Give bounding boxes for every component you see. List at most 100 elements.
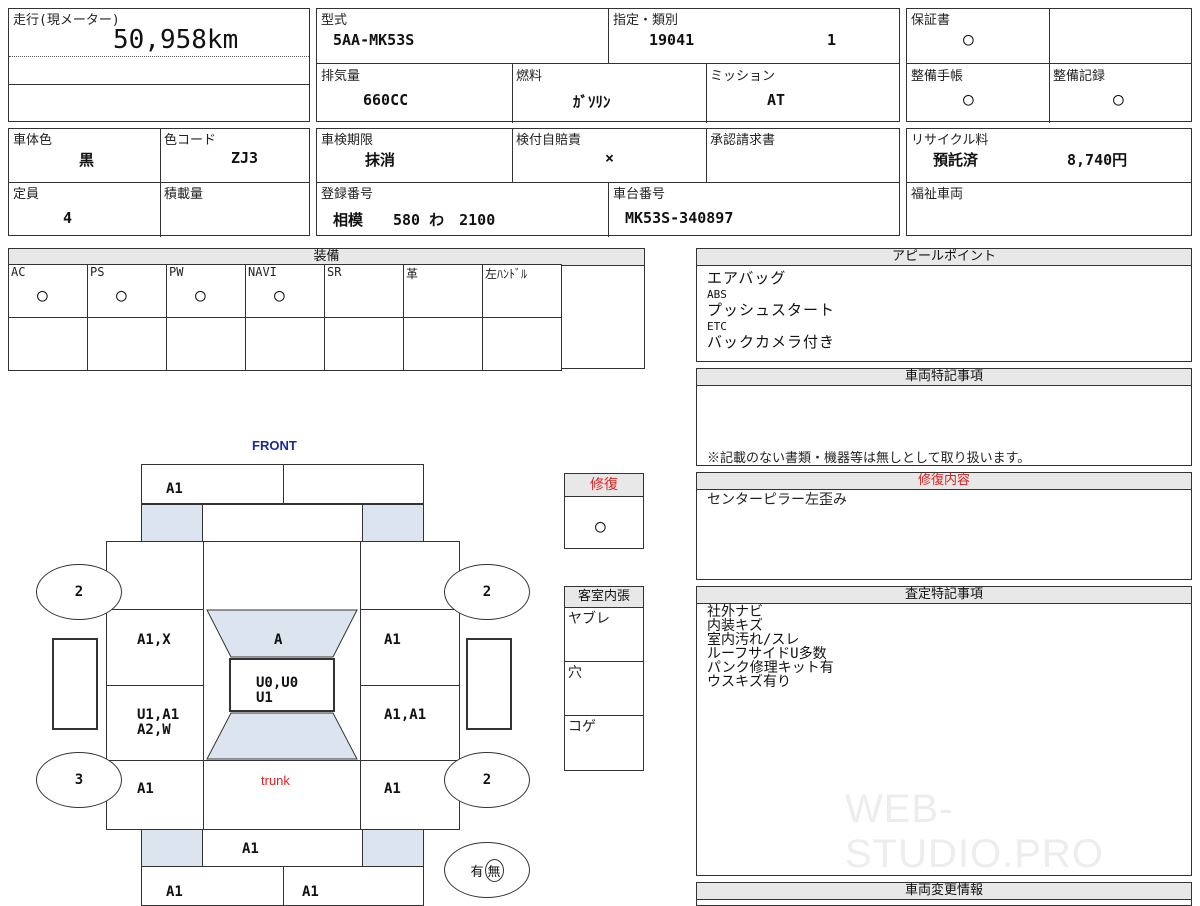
equipment-value: ○ [116, 285, 127, 306]
color-value: 黒 [79, 151, 95, 169]
equipment-table: 装備 AC ○ PS ○ PW ○ NAVI ○ SR 革左ﾊﾝﾄﾞﾙ [8, 248, 645, 371]
windshield-text: A [274, 632, 283, 648]
interior-cell: 穴 [564, 661, 644, 716]
equipment-value: ○ [195, 285, 206, 306]
insurance-label: 検付自賠責 [516, 133, 582, 148]
left-rear-door-text-1: U1,A1 [137, 707, 180, 723]
recycle-label: リサイクル料 [911, 133, 989, 148]
equipment-cell: 左ﾊﾝﾄﾞﾙ [482, 264, 562, 318]
roof-text-2: U1 [256, 690, 273, 706]
right-rear-door-text: A1,A1 [384, 707, 427, 723]
color-code-value: ZJ3 [231, 149, 259, 167]
interior-item: コゲ [568, 719, 596, 735]
assessment-item: ウスキズ有り [707, 674, 791, 690]
warranty-box: 保証書 ○ 整備手帳 ○ 整備記録 ○ [906, 8, 1192, 123]
assessment-item: 内装キズ [707, 618, 763, 634]
spare-tire-indicator: 有 無 [444, 842, 530, 898]
designation-value: 19041 [649, 31, 695, 49]
appeal-item: バックカメラ付き [707, 333, 836, 351]
maintenance-record-label: 整備記録 [1053, 69, 1106, 84]
equipment-label: 左ﾊﾝﾄﾞﾙ [485, 267, 528, 281]
front-label: FRONT [252, 438, 297, 453]
interior-item: ヤブレ [568, 611, 610, 627]
right-front-door-text: A1 [384, 632, 401, 648]
equipment-value: ○ [37, 285, 48, 306]
appeal-title: アピールポイント [697, 249, 1191, 266]
equipment-label: 革 [406, 267, 419, 281]
class-value: 1 [827, 31, 837, 49]
front-right-pillar [362, 504, 424, 542]
repair-box: 修復 ○ [564, 473, 644, 549]
watermark: WEB-STUDIO.PRO [845, 787, 1104, 876]
front-bumper-left: A1 [166, 481, 183, 497]
equipment-label: PW [169, 265, 184, 279]
assessment-item: パンク修理キット有 [707, 660, 834, 676]
special-notes-title: 車両特記事項 [697, 369, 1191, 386]
appeal-item: ETC [707, 320, 727, 333]
inspection-box: 車検期限 抹消 検付自賠責 × 承認請求書 登録番号 相模 580 わ 2100… [316, 128, 900, 237]
equipment-empty-cell [166, 317, 246, 371]
front-left-pillar [141, 504, 203, 542]
equipment-cell: 革 [403, 264, 483, 318]
equipment-value: ○ [274, 285, 285, 306]
rear-bumper-left-text: A1 [166, 884, 183, 900]
repair-details-title: 修復内容 [697, 473, 1191, 490]
tire-rear-left: 3 [36, 752, 122, 808]
interior-box: 客室内張 ヤブレ穴コゲ [564, 586, 644, 771]
mileage-value: 50,958km [113, 25, 239, 55]
approval-label: 承認請求書 [710, 133, 776, 148]
spare-yes-label: 有 [470, 864, 484, 880]
equipment-empty-cell [324, 317, 404, 371]
special-notes-box: 車両特記事項 ※記載のない書類・機器等は無しとして取り扱います。 [696, 368, 1192, 466]
interior-title: 客室内張 [565, 587, 643, 608]
designation-label: 指定・類別 [613, 13, 679, 28]
model-spec-box: 型式 5AA-MK53S 指定・類別 19041 1 排気量 660CC 燃料 … [316, 8, 900, 123]
roof-text-1: U0,U0 [256, 675, 299, 691]
model-label: 型式 [321, 13, 348, 28]
repair-title: 修復 [565, 474, 643, 497]
assessment-title: 査定特記事項 [697, 587, 1191, 604]
interior-item: 穴 [568, 665, 582, 681]
insurance-value: × [605, 149, 615, 167]
appeal-item: ABS [707, 288, 727, 301]
recycle-box: リサイクル料 預託済 8,740円 福祉車両 [906, 128, 1192, 236]
color-box: 車体色 黒 色コード ZJ3 定員 4 積載量 [8, 128, 310, 237]
spare-no-label: 無 [484, 858, 504, 882]
inspection-value: 抹消 [365, 151, 396, 169]
appeal-item: エアバッグ [707, 269, 787, 287]
equipment-empty-cell [245, 317, 325, 371]
car-diagram: FRONT A1 A U0,U0 U1 A1,X A1 U1,A1 A2,W A… [0, 430, 560, 906]
equipment-cell: SR [324, 264, 404, 318]
change-info-title: 車両変更情報 [697, 883, 1191, 900]
rear-right-pillar [362, 829, 424, 867]
color-code-label: 色コード [164, 133, 217, 148]
equipment-empty-cell [403, 317, 483, 371]
maintenance-record-value: ○ [1113, 89, 1124, 110]
repair-details-text: センターピラー左歪み [707, 492, 847, 508]
equipment-empty-cell [87, 317, 167, 371]
fuel-value: ｶﾞｿﾘﾝ [573, 93, 611, 111]
special-notes-footnote: ※記載のない書類・機器等は無しとして取り扱います。 [707, 451, 1031, 466]
assessment-list: 社外ナビ 内装キズ 室内汚れ/スレ ルーフサイドU多数 パンク修理キット有 ウスキズ有り [707, 605, 834, 689]
chassis-value: MK53S-340897 [625, 209, 734, 227]
trunk-label: trunk [261, 773, 290, 788]
equipment-label: NAVI [248, 265, 277, 279]
repair-details-box: 修復内容 センターピラー左歪み [696, 472, 1192, 580]
recycle-amount: 8,740円 [1067, 151, 1128, 169]
rear-bumper-right-text: A1 [302, 884, 319, 900]
mileage-label: 走行(現メーター) [13, 13, 120, 28]
equipment-cell: PS ○ [87, 264, 167, 318]
equipment-empty-cell [482, 317, 562, 371]
inspection-label: 車検期限 [321, 133, 374, 148]
model-value: 5AA-MK53S [333, 31, 415, 49]
chassis-label: 車台番号 [613, 187, 666, 202]
assessment-item: 社外ナビ [707, 604, 763, 620]
assessment-item: 室内汚れ/スレ [707, 632, 800, 648]
capacity-label: 定員 [13, 187, 40, 202]
appeal-item: プッシュスタート [707, 301, 836, 319]
registration-value: 相模 580 わ 2100 [333, 211, 496, 229]
warranty-label: 保証書 [911, 13, 951, 28]
warranty-value: ○ [963, 29, 974, 50]
equipment-cell: AC ○ [8, 264, 88, 318]
load-label: 積載量 [164, 187, 204, 202]
